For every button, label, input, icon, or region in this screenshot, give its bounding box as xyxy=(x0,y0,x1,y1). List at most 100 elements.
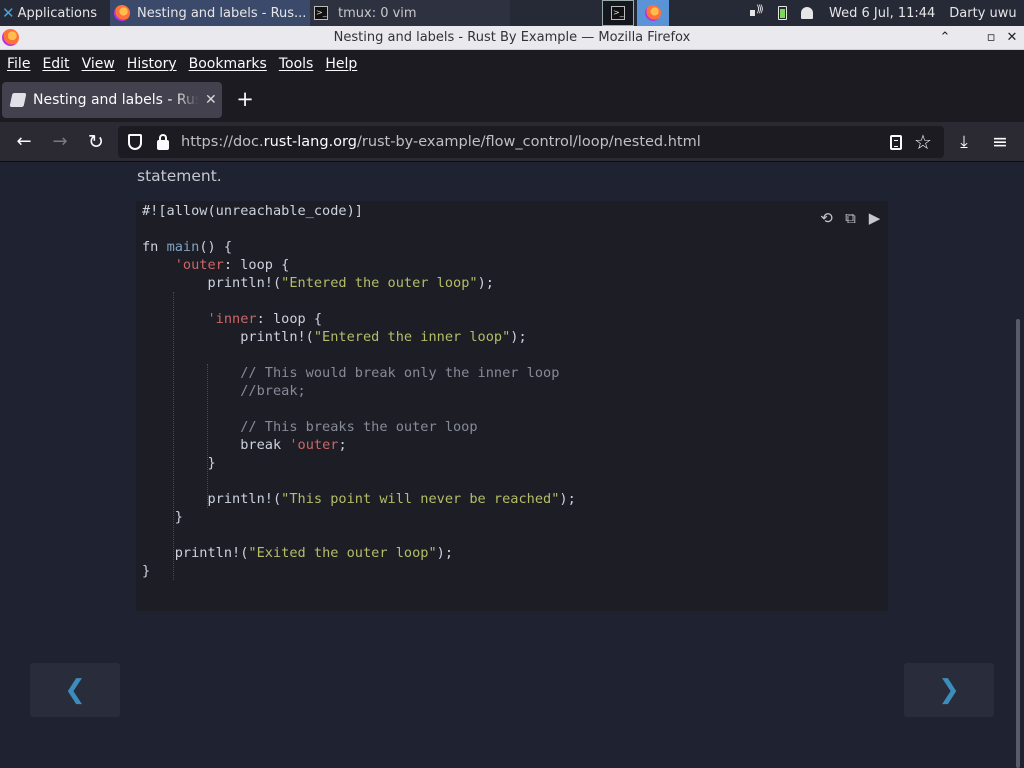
tab-title: Nesting and labels - Rust By Example xyxy=(33,92,199,108)
code-line: break 'outer; xyxy=(142,436,576,454)
code-token: ; xyxy=(338,437,347,453)
code-line: 'outer: loop { xyxy=(142,256,576,274)
code-token: 'outer xyxy=(289,437,339,453)
clock[interactable]: Wed 6 Jul, 11:44 xyxy=(829,6,935,21)
minimize-icon[interactable]: ⌃ xyxy=(934,26,956,49)
system-taskbar: ✕ Applications Nesting and labels - Rus.… xyxy=(0,0,1024,26)
url-domain: rust-lang.org xyxy=(263,134,357,150)
code-token: // This breaks the outer loop xyxy=(142,419,478,435)
code-line: fn main() { xyxy=(142,238,576,256)
code-token: "This point will never be reached" xyxy=(281,491,560,507)
firefox-icon xyxy=(114,5,130,21)
taskbar-task-terminal[interactable]: >_ tmux: 0 vim xyxy=(310,0,510,26)
code-token: fn xyxy=(142,239,167,255)
menu-edit[interactable]: Edit xyxy=(36,56,75,72)
next-chapter-button[interactable]: ❯ xyxy=(904,663,994,717)
book-icon xyxy=(9,93,27,107)
tracking-protection-shield-icon[interactable] xyxy=(128,134,142,150)
terminal-icon: >_ xyxy=(611,6,625,20)
code-line: println!("This point will never be reach… xyxy=(142,490,575,508)
back-arrow-icon[interactable]: ← xyxy=(10,128,38,156)
menu-view[interactable]: View xyxy=(76,56,121,72)
code-token: "Exited the outer loop" xyxy=(248,545,437,561)
code-token: println!( xyxy=(142,275,282,291)
applications-menu[interactable]: ✕ Applications xyxy=(0,0,110,26)
close-icon[interactable]: ✕ xyxy=(1001,26,1023,49)
code-token: } xyxy=(142,455,216,471)
url-text[interactable]: https://doc.rust-lang.org/rust-by-exampl… xyxy=(181,126,701,158)
menu-tools[interactable]: Tools xyxy=(273,56,320,72)
code-token: // This would break only the inner loop xyxy=(142,365,560,381)
code-token: } xyxy=(142,509,183,525)
volume-icon[interactable] xyxy=(750,4,764,19)
url-bar[interactable]: https://doc.rust-lang.org/rust-by-exampl… xyxy=(118,126,944,158)
workspace-terminal-button[interactable]: >_ xyxy=(602,0,634,26)
code-line: 'inner: loop { xyxy=(142,310,576,328)
tab-nesting-and-labels[interactable]: Nesting and labels - Rust By Example ✕ xyxy=(2,82,222,118)
tab-close-icon[interactable]: ✕ xyxy=(205,92,217,108)
code-token: println!( xyxy=(142,329,314,345)
run-icon[interactable]: ▶ xyxy=(866,209,883,227)
workspace-firefox-button[interactable] xyxy=(637,0,669,26)
previous-chapter-button[interactable]: ❮ xyxy=(30,663,120,717)
battery-icon[interactable] xyxy=(778,6,787,20)
code-line: } xyxy=(142,454,576,472)
code-line: } xyxy=(142,562,576,580)
forward-arrow-icon[interactable]: → xyxy=(46,128,74,156)
code-token: 'outer xyxy=(174,257,224,273)
xfce-logo-icon: ✕ xyxy=(2,4,15,22)
code-toolbar: ⟲ ⧉ ▶ xyxy=(818,209,883,227)
code-token: main xyxy=(166,239,200,255)
code-token: println!( xyxy=(142,545,249,561)
menu-file[interactable]: File xyxy=(1,56,36,72)
taskbar-task-firefox[interactable]: Nesting and labels - Rus... xyxy=(110,0,310,26)
taskbar-task-label: tmux: 0 vim xyxy=(338,5,417,21)
code-listing[interactable]: #![allow(unreachable_code)] fn main() { … xyxy=(142,202,576,580)
taskbar-task-label: Nesting and labels - Rus... xyxy=(137,5,307,21)
menu-bookmarks[interactable]: Bookmarks xyxy=(183,56,273,72)
lock-icon[interactable] xyxy=(157,134,169,150)
code-token: ); xyxy=(436,545,454,561)
maximize-icon[interactable]: ▫ xyxy=(980,26,1002,49)
hamburger-menu-icon[interactable]: ≡ xyxy=(986,128,1014,156)
user-name[interactable]: Darty uwu xyxy=(949,6,1016,21)
copy-icon[interactable]: ⧉ xyxy=(842,209,859,227)
code-token: //break; xyxy=(142,383,306,399)
new-tab-button[interactable]: + xyxy=(234,86,256,112)
chevron-left-icon: ❮ xyxy=(64,675,86,705)
code-line: println!("Entered the outer loop"); xyxy=(142,274,576,292)
code-line: println!("Exited the outer loop"); xyxy=(142,544,576,562)
code-token: ); xyxy=(477,275,494,291)
paragraph-tail: statement. xyxy=(137,167,222,185)
menu-bar: File Edit View History Bookmarks Tools H… xyxy=(0,50,1024,78)
navigation-toolbar: ← → ↻ https://doc.rust-lang.org/rust-by-… xyxy=(0,122,1024,162)
code-token: () { xyxy=(199,239,233,255)
undo-changes-icon[interactable]: ⟲ xyxy=(818,209,835,227)
code-token: : loop { xyxy=(256,311,323,327)
applications-label: Applications xyxy=(17,5,97,21)
url-path: /rust-by-example/flow_control/loop/neste… xyxy=(356,134,701,150)
vertical-scrollbar[interactable] xyxy=(1016,319,1020,768)
url-prefix: https://doc. xyxy=(181,134,264,150)
code-token: "Entered the outer loop" xyxy=(281,275,478,291)
reader-view-icon[interactable] xyxy=(890,135,902,150)
reload-icon[interactable]: ↻ xyxy=(82,128,110,156)
code-token: 'inner xyxy=(207,311,257,327)
notification-bell-icon[interactable] xyxy=(801,7,813,19)
bookmark-star-icon[interactable]: ☆ xyxy=(914,128,932,156)
menu-history[interactable]: History xyxy=(121,56,183,72)
download-icon[interactable]: ⤓ xyxy=(950,128,978,156)
code-token: "Entered the inner loop" xyxy=(313,329,511,345)
chevron-right-icon: ❯ xyxy=(938,675,960,705)
menu-help[interactable]: Help xyxy=(319,56,363,72)
page-content: statement. #![allow(unreachable_code)] f… xyxy=(0,163,1024,768)
tab-strip: Nesting and labels - Rust By Example ✕ + xyxy=(0,78,1024,122)
code-token: ); xyxy=(510,329,527,345)
